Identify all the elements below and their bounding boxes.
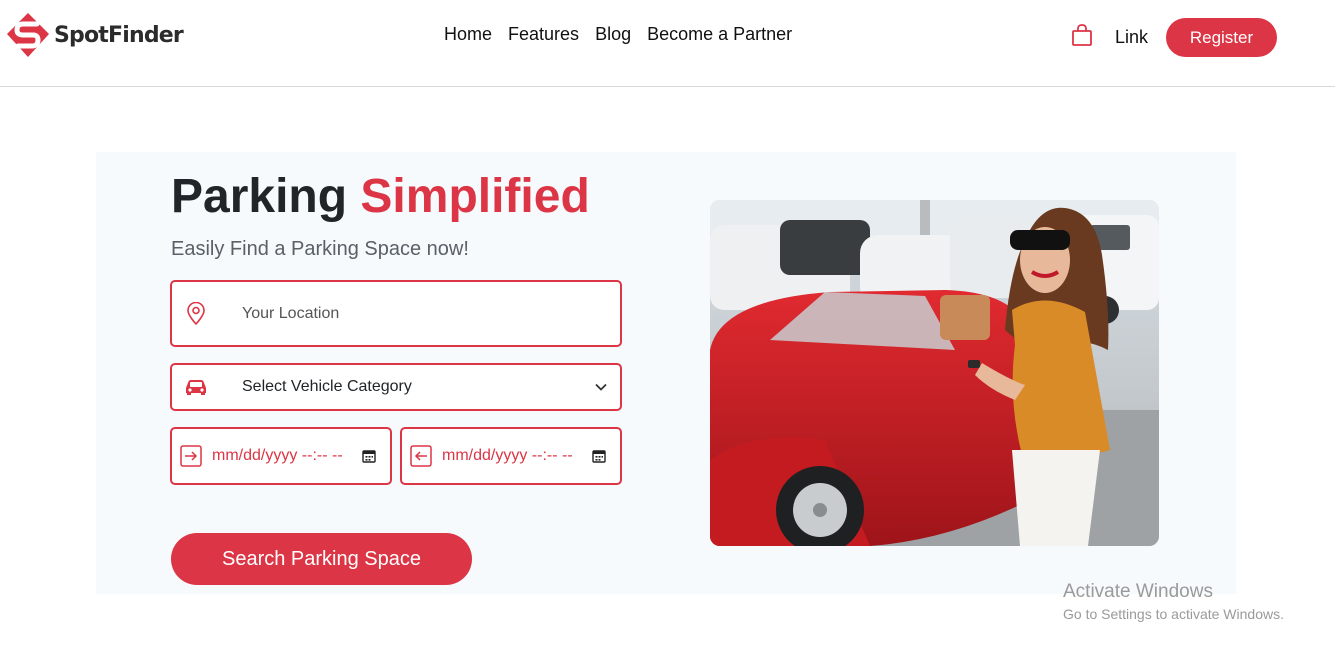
vehicle-category-value: Select Vehicle Category: [242, 378, 412, 395]
watermark-title: Activate Windows: [1063, 581, 1213, 602]
hero-title-accent: Simplified: [360, 170, 590, 223]
watermark-subtitle: Go to Settings to activate Windows.: [1063, 606, 1284, 622]
location-placeholder: Your Location: [242, 304, 340, 322]
search-parking-button[interactable]: Search Parking Space: [171, 533, 472, 585]
vehicle-category-select[interactable]: Select Vehicle Category: [170, 363, 622, 411]
nav-home[interactable]: Home: [436, 22, 500, 46]
check-out-date-value: mm/dd/yyyy --:-- --: [442, 447, 573, 464]
hero-title-main: Parking: [171, 170, 348, 223]
main-nav: Home Features Blog Become a Partner: [436, 22, 800, 46]
windows-activation-watermark: Activate Windows Go to Settings to activ…: [1063, 581, 1284, 624]
hero-section: Parking Simplified Easily Find a Parking…: [96, 152, 1236, 594]
map-pin-icon: [187, 301, 205, 325]
arrow-in-icon: [180, 445, 202, 467]
nav-features[interactable]: Features: [500, 22, 587, 46]
hero-title: Parking Simplified: [171, 170, 590, 224]
check-in-date-value: mm/dd/yyyy --:-- --: [212, 447, 343, 464]
shopping-bag-icon[interactable]: [1071, 23, 1093, 47]
nav-become-partner[interactable]: Become a Partner: [639, 22, 800, 46]
nav-link[interactable]: Link: [1115, 26, 1148, 48]
nav-blog[interactable]: Blog: [587, 22, 639, 46]
car-icon: [186, 380, 206, 395]
woman-with-red-convertible-photo: [710, 200, 1159, 546]
navbar: SpotFinder Home Features Blog Become a P…: [0, 0, 1335, 87]
chevron-down-icon: [595, 383, 607, 391]
check-out-date-input[interactable]: mm/dd/yyyy --:-- --: [400, 427, 622, 485]
hero-subtitle: Easily Find a Parking Space now!: [171, 238, 469, 260]
spotfinder-logo-icon: [7, 13, 49, 57]
calendar-icon[interactable]: [592, 449, 606, 463]
check-in-date-input[interactable]: mm/dd/yyyy --:-- --: [170, 427, 392, 485]
brand-name: SpotFinder: [54, 22, 184, 48]
arrow-out-icon: [410, 445, 432, 467]
brand-logo[interactable]: SpotFinder: [6, 12, 184, 58]
register-button[interactable]: Register: [1166, 18, 1277, 57]
calendar-icon[interactable]: [362, 449, 376, 463]
location-input[interactable]: Your Location: [170, 280, 622, 347]
